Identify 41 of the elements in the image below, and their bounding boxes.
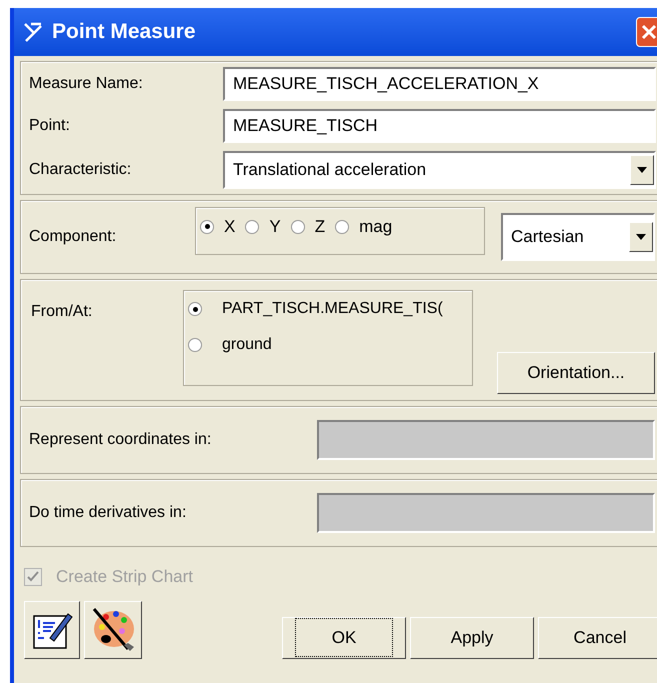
window-title: Point Measure [52, 19, 196, 46]
radio-label: ground [222, 335, 272, 355]
field-label: Do time derivatives in: [29, 503, 188, 523]
field-label: Component: [29, 227, 118, 247]
radio-label: PART_TISCH.MEASURE_TIS( [222, 299, 443, 319]
radio-button[interactable] [188, 302, 202, 316]
app-icon [22, 21, 44, 43]
dialog-button[interactable]: Cancel [538, 616, 657, 658]
orientation-button[interactable]: Orientation... [497, 352, 655, 394]
radio-button[interactable] [200, 220, 214, 234]
text-field[interactable]: MEASURE_TISCH [223, 109, 656, 143]
caret-icon [637, 167, 647, 173]
dialog-button[interactable]: OK [282, 616, 406, 658]
field-label: Point: [29, 116, 71, 136]
close-button[interactable] [636, 17, 657, 47]
field-label: Represent coordinates in: [29, 430, 212, 450]
caret-icon [636, 234, 646, 240]
radio-button[interactable] [335, 220, 350, 234]
check-icon [27, 570, 39, 583]
radio-label: mag [359, 216, 392, 238]
checkbox-label: Create Strip Chart [56, 566, 193, 588]
text-field[interactable]: MEASURE_TISCH_ACCELERATION_X [223, 67, 656, 101]
dropdown-value: Cartesian [511, 226, 584, 248]
radio-label: Z [314, 216, 326, 238]
notes-button[interactable] [24, 600, 80, 658]
field-label: Characteristic: [29, 160, 132, 180]
field-label: Measure Name: [29, 74, 144, 94]
radio-button[interactable] [188, 338, 202, 352]
field-label: From/At: [31, 302, 94, 322]
radio-label: Y [269, 216, 281, 238]
dialog-button[interactable]: Apply [410, 616, 534, 658]
radio-button[interactable] [245, 220, 260, 234]
characteristic-dropdown[interactable]: Translational acceleration [223, 151, 656, 189]
dropdown-value: Translational acceleration [233, 159, 426, 182]
close-icon [641, 24, 657, 40]
radio-label: X [224, 216, 236, 238]
dropdown-button[interactable] [630, 155, 654, 185]
radio-button[interactable] [290, 220, 305, 234]
dropdown-button[interactable] [629, 222, 653, 252]
coordinate-system-dropdown[interactable]: Cartesian [501, 213, 655, 261]
appearance-button[interactable] [84, 600, 142, 658]
